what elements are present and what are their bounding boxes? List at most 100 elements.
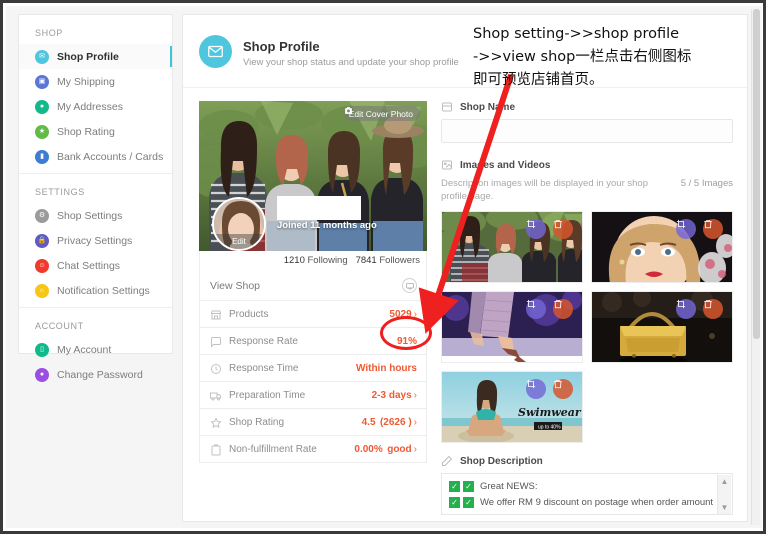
sidebar-item-label: My Addresses — [57, 100, 123, 113]
shop-name-input[interactable] — [441, 119, 733, 143]
crop-icon[interactable] — [526, 299, 546, 319]
sidebar-item-privacy-settings[interactable]: 🔒 Privacy Settings — [19, 228, 172, 253]
chevron-right-icon: › — [413, 443, 417, 455]
sidebar-item-my-addresses[interactable]: ● My Addresses — [19, 94, 172, 119]
sidebar-item-chat-settings[interactable]: ☺ Chat Settings — [19, 253, 172, 278]
sidebar-group-settings: SETTINGS ⚙ Shop Settings 🔒 Privacy Setti… — [19, 174, 172, 303]
shop-profile-form: Shop Name Images and Videos Description … — [441, 101, 733, 515]
scroll-down-icon[interactable]: ▼ — [721, 504, 729, 512]
chat-icon: ☺ — [35, 258, 49, 273]
annotation-line-3: 即可预览店铺首页。 — [473, 72, 604, 88]
trash-icon[interactable] — [553, 219, 573, 239]
sidebar-group-title-settings: SETTINGS — [35, 187, 85, 197]
edit-cover-photo-button[interactable]: Edit Cover Photo — [343, 106, 420, 121]
stat-value: 2-3 days — [371, 389, 412, 401]
trash-icon[interactable] — [553, 299, 573, 319]
stat-left: Shop Rating — [210, 416, 362, 429]
joined-date: Joined 11 months ago — [277, 220, 377, 231]
sidebar-item-label: My Shipping — [57, 75, 115, 88]
thumbnail-item[interactable] — [441, 291, 583, 363]
delivery-icon — [210, 389, 222, 401]
sidebar: SHOP ✉ Shop Profile ▣ My Shipping ● My A… — [18, 14, 173, 382]
sidebar-item-my-account[interactable]: ▯ My Account — [19, 337, 172, 362]
star-icon: ★ — [35, 124, 49, 139]
sidebar-item-label: Shop Settings — [57, 209, 123, 222]
sidebar-group-shop: SHOP ✉ Shop Profile ▣ My Shipping ● My A… — [19, 15, 172, 169]
thumbnail-item[interactable] — [591, 211, 733, 283]
envelope-icon: ✉ — [35, 49, 49, 64]
annotation-line-1: Shop setting->>shop profile — [473, 26, 680, 42]
annotation-text: Shop setting->>shop profile ->>view shop… — [473, 23, 758, 92]
stat-row-response-time: Response Time Within hours — [199, 355, 427, 382]
stat-value-suffix: good — [387, 443, 412, 455]
chevron-right-icon: › — [413, 308, 417, 320]
clock-icon — [210, 362, 222, 374]
location-pin-icon: ● — [35, 99, 49, 114]
images-videos-description: Description images will be displayed in … — [441, 177, 733, 203]
star-outline-icon — [210, 416, 222, 429]
shop-profile-card: Edit Cover Photo Joined 11 months ago Ed… — [199, 101, 427, 463]
key-icon: ● — [35, 367, 49, 382]
shop-description-textarea[interactable]: ✓ ✓ Great NEWS: ✓ ✓ We offer RM 9 discou… — [441, 473, 733, 515]
view-shop-row[interactable]: View Shop — [199, 271, 427, 301]
view-shop-left: View Shop — [210, 280, 402, 292]
crop-icon[interactable] — [676, 219, 696, 239]
sidebar-item-change-password[interactable]: ● Change Password — [19, 362, 172, 387]
avatar-edit-label[interactable]: Edit — [214, 234, 264, 249]
scroll-up-icon[interactable]: ▲ — [721, 478, 729, 486]
check-icon: ✓ — [463, 496, 474, 508]
stat-left: Products — [210, 308, 389, 320]
stat-row-shop-rating[interactable]: Shop Rating 4.5 (2626 ) › — [199, 409, 427, 436]
sidebar-item-shop-profile[interactable]: ✉ Shop Profile — [19, 44, 172, 69]
sidebar-item-label: Chat Settings — [57, 259, 121, 272]
clipboard-icon — [210, 443, 222, 456]
stat-value-suffix: (2626 ) — [379, 416, 412, 428]
stat-name: Response Rate — [229, 335, 298, 347]
stat-left: Response Rate — [210, 335, 397, 348]
stat-name: Products — [229, 308, 269, 320]
images-videos-label-text: Images and Videos — [460, 159, 551, 171]
stat-value: 0.00% — [354, 443, 383, 455]
store-icon — [210, 308, 222, 320]
chevron-right-icon: › — [413, 389, 417, 401]
sidebar-item-notification-settings[interactable]: ☼ Notification Settings — [19, 278, 172, 303]
gear-icon: ⚙ — [35, 208, 49, 223]
sidebar-group-title-account: ACCOUNT — [35, 321, 84, 331]
thumbnail-item[interactable] — [441, 211, 583, 283]
sidebar-item-label: Change Password — [57, 368, 143, 381]
sidebar-item-shop-settings[interactable]: ⚙ Shop Settings — [19, 203, 172, 228]
stat-row-preparation-time[interactable]: Preparation Time 2-3 days › — [199, 382, 427, 409]
description-line: ✓ ✓ Great NEWS: — [449, 478, 710, 494]
screenshot-frame: SHOP ✉ Shop Profile ▣ My Shipping ● My A… — [0, 0, 766, 534]
description-line-text: Great NEWS: — [480, 480, 538, 492]
trash-icon[interactable] — [703, 299, 723, 319]
stat-row-non-fulfillment-rate[interactable]: Non-fulfillment Rate 0.00% good › — [199, 436, 427, 463]
image-icon — [441, 159, 453, 171]
shop-description-label: Shop Description — [441, 455, 733, 467]
stat-value: 5029 — [389, 308, 412, 320]
thumbnail-item[interactable]: Swimwear up to 40% — [441, 371, 583, 443]
sidebar-item-my-shipping[interactable]: ▣ My Shipping — [19, 69, 172, 94]
crop-icon[interactable] — [676, 299, 696, 319]
description-scrollbar[interactable]: ▲ ▼ — [717, 475, 731, 514]
edit-cover-photo-label: Edit Cover Photo — [348, 108, 413, 119]
cover-name-redaction — [277, 196, 361, 220]
check-icon: ✓ — [449, 496, 460, 508]
truck-icon: ▣ — [35, 74, 49, 89]
sidebar-item-bank-accounts-cards[interactable]: ▮ Bank Accounts / Cards — [19, 144, 172, 169]
avatar[interactable]: Edit — [212, 197, 266, 251]
sidebar-item-shop-rating[interactable]: ★ Shop Rating — [19, 119, 172, 144]
cover-photo: Edit Cover Photo Joined 11 months ago Ed… — [199, 101, 427, 251]
monitor-icon[interactable] — [402, 278, 417, 293]
stat-row-products[interactable]: Products 5029 › — [199, 301, 427, 328]
sidebar-group-account: ACCOUNT ▯ My Account ● Change Password — [19, 308, 172, 387]
crop-icon[interactable] — [526, 379, 546, 399]
trash-icon[interactable] — [553, 379, 573, 399]
sidebar-item-label: Shop Profile — [57, 50, 119, 63]
bell-icon: ☼ — [35, 283, 49, 298]
thumbnail-item[interactable] — [591, 291, 733, 363]
trash-icon[interactable] — [703, 219, 723, 239]
sidebar-item-label: My Account — [57, 343, 112, 356]
stat-value: 4.5 — [361, 416, 376, 428]
crop-icon[interactable] — [526, 219, 546, 239]
